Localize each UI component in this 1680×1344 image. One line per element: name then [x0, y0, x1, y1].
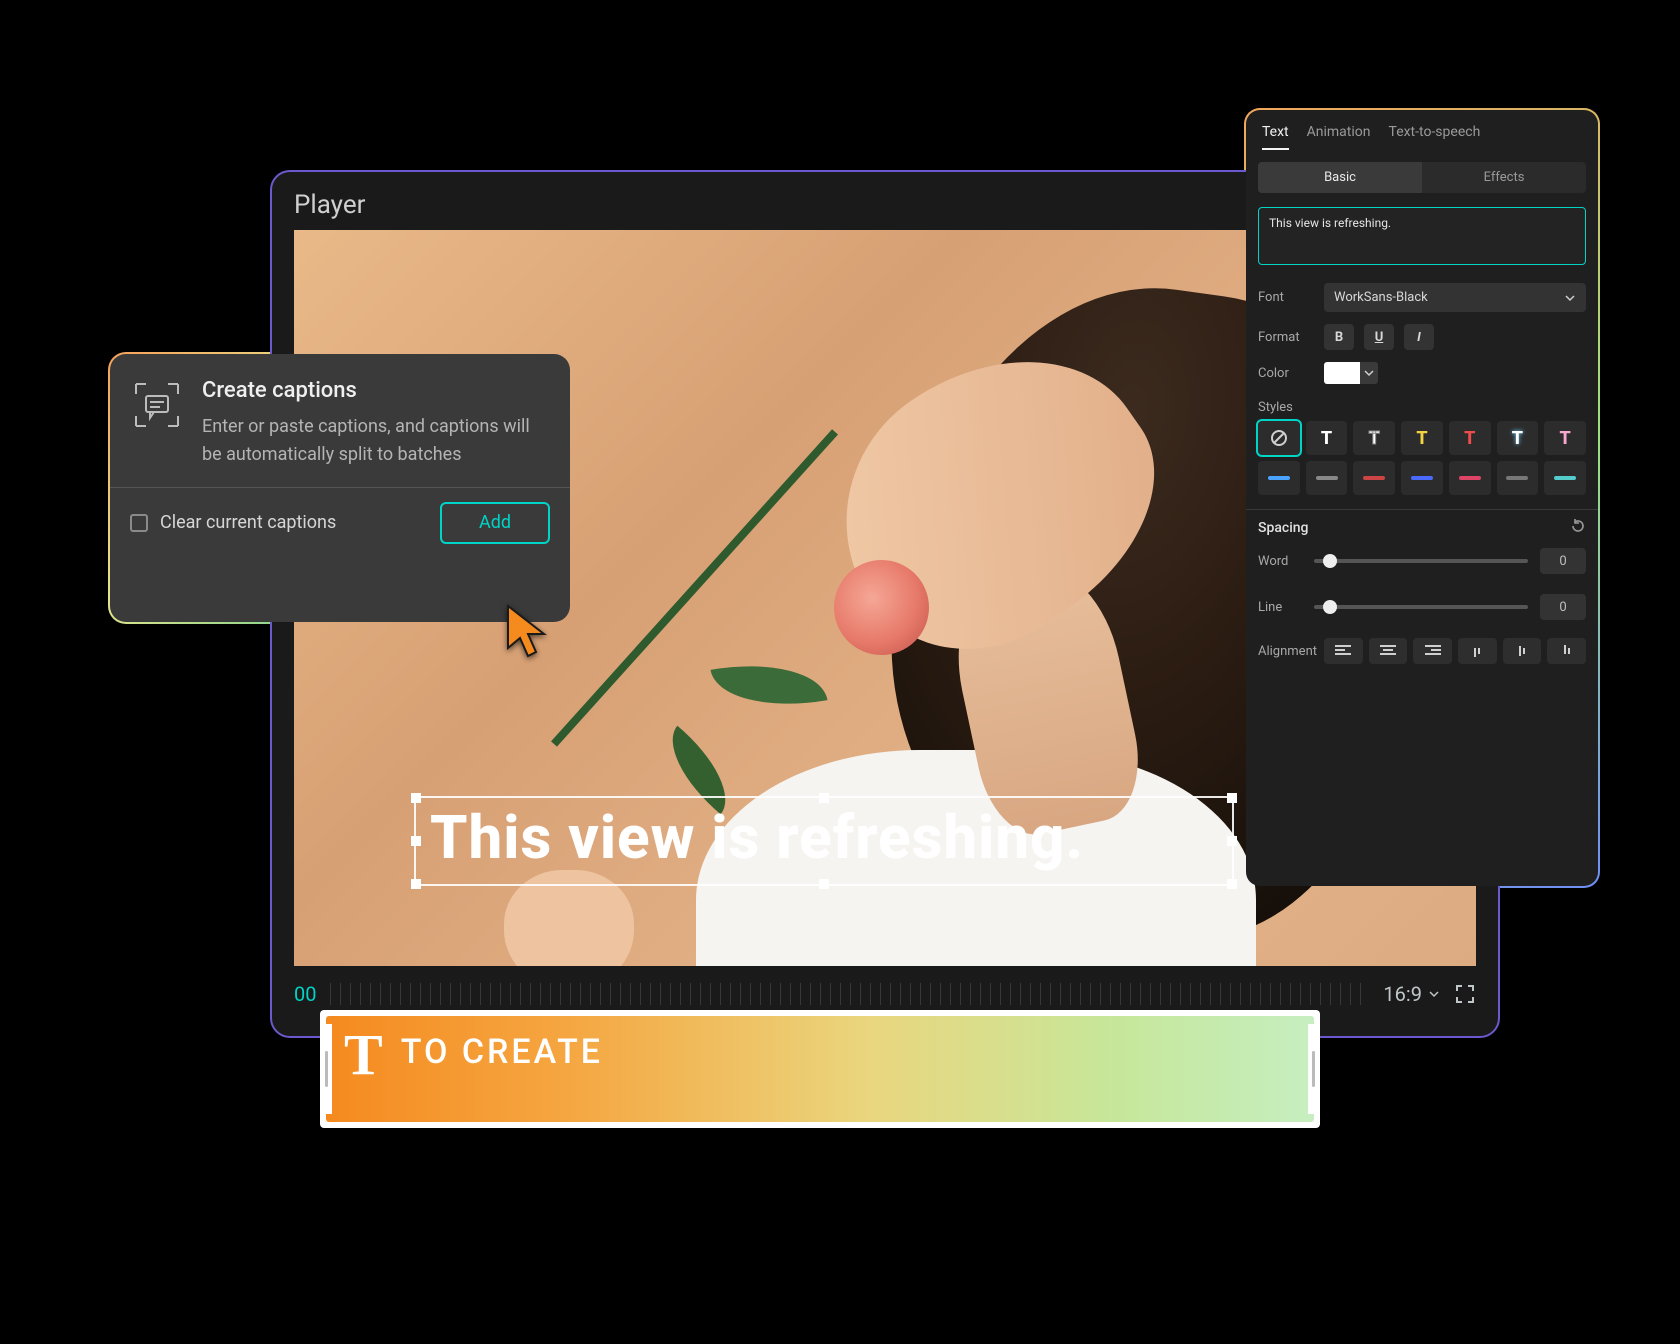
valign-middle-icon — [1515, 644, 1529, 658]
caption-text[interactable]: This view is refreshing. — [416, 798, 1232, 877]
subtab-basic[interactable]: Basic — [1258, 162, 1422, 193]
style-preset[interactable] — [1544, 461, 1586, 495]
timeline-text-clip[interactable]: T TO CREATE — [320, 1010, 1320, 1128]
text-clip-icon: T — [344, 1026, 383, 1084]
style-preset[interactable] — [1306, 461, 1348, 495]
color-label: Color — [1258, 366, 1314, 381]
font-label: Font — [1258, 290, 1314, 305]
style-preset[interactable] — [1353, 461, 1395, 495]
align-center-button[interactable] — [1369, 638, 1408, 664]
word-spacing-slider[interactable] — [1314, 559, 1528, 563]
style-preset[interactable]: T — [1449, 421, 1491, 455]
alignment-label: Alignment — [1258, 644, 1318, 659]
styles-label: Styles — [1258, 400, 1586, 415]
cursor-icon — [504, 604, 556, 660]
style-preset[interactable] — [1449, 461, 1491, 495]
style-preset[interactable]: T — [1353, 421, 1395, 455]
panel-tabs: Text Animation Text-to-speech — [1246, 110, 1598, 158]
style-preset[interactable] — [1497, 461, 1539, 495]
aspect-ratio-selector[interactable]: 16:9 — [1383, 982, 1440, 1006]
word-spacing-label: Word — [1258, 554, 1302, 569]
text-style-grid: T T T T T T — [1258, 421, 1586, 495]
reset-icon — [1570, 518, 1586, 534]
captions-icon — [130, 378, 184, 432]
clear-captions-label: Clear current captions — [160, 512, 336, 533]
color-picker[interactable] — [1324, 362, 1378, 384]
font-value: WorkSans-Black — [1334, 290, 1428, 305]
clear-captions-checkbox[interactable]: Clear current captions — [130, 512, 336, 533]
reset-spacing-button[interactable] — [1570, 518, 1586, 538]
tab-animation[interactable]: Animation — [1307, 124, 1371, 150]
fullscreen-button[interactable] — [1454, 983, 1476, 1005]
chevron-down-icon — [1428, 988, 1440, 1000]
line-spacing-value[interactable]: 0 — [1540, 594, 1586, 620]
text-inspector-panel: Text Animation Text-to-speech Basic Effe… — [1244, 108, 1600, 888]
align-right-button[interactable] — [1413, 638, 1452, 664]
valign-top-icon — [1470, 644, 1484, 658]
timeline-ruler[interactable] — [330, 983, 1369, 1005]
align-center-icon — [1380, 645, 1396, 657]
line-spacing-slider[interactable] — [1314, 605, 1528, 609]
align-left-button[interactable] — [1324, 638, 1363, 664]
fullscreen-icon — [1454, 983, 1476, 1005]
create-captions-popup: Create captions Enter or paste captions,… — [108, 352, 572, 624]
valign-bottom-button[interactable] — [1547, 638, 1586, 664]
italic-button[interactable]: I — [1404, 324, 1434, 350]
clip-body[interactable]: T TO CREATE — [326, 1016, 1314, 1122]
style-preset[interactable]: T — [1401, 421, 1443, 455]
style-preset[interactable]: T — [1544, 421, 1586, 455]
line-spacing-label: Line — [1258, 600, 1302, 615]
style-preset[interactable]: T — [1497, 421, 1539, 455]
tab-text-to-speech[interactable]: Text-to-speech — [1389, 124, 1481, 150]
caption-text-input[interactable]: This view is refreshing. — [1258, 207, 1586, 265]
format-label: Format — [1258, 330, 1314, 345]
align-right-icon — [1425, 645, 1441, 657]
add-button[interactable]: Add — [440, 502, 550, 544]
subtab-effects[interactable]: Effects — [1422, 162, 1586, 193]
clip-trim-left[interactable] — [322, 1024, 332, 1114]
style-preset[interactable]: T — [1306, 421, 1348, 455]
timecode: 00 — [294, 982, 316, 1006]
checkbox-icon — [130, 514, 148, 532]
none-icon — [1270, 429, 1288, 447]
spacing-label: Spacing — [1258, 520, 1309, 536]
underline-button[interactable]: U — [1364, 324, 1394, 350]
popup-title: Create captions — [202, 378, 546, 403]
valign-top-button[interactable] — [1458, 638, 1497, 664]
valign-middle-button[interactable] — [1503, 638, 1542, 664]
word-spacing-value[interactable]: 0 — [1540, 548, 1586, 574]
chevron-down-icon — [1360, 362, 1378, 384]
style-preset[interactable] — [1401, 461, 1443, 495]
align-left-icon — [1335, 645, 1351, 657]
font-select[interactable]: WorkSans-Black — [1324, 283, 1586, 312]
bold-button[interactable]: B — [1324, 324, 1354, 350]
style-preset[interactable] — [1258, 461, 1300, 495]
tab-text[interactable]: Text — [1262, 124, 1289, 150]
valign-bottom-icon — [1560, 644, 1574, 658]
style-none[interactable] — [1258, 421, 1300, 455]
color-swatch — [1324, 362, 1360, 384]
popup-description: Enter or paste captions, and captions wi… — [202, 413, 546, 469]
clip-label: TO CREATE — [401, 1032, 603, 1072]
clip-trim-right[interactable] — [1308, 1024, 1318, 1114]
chevron-down-icon — [1564, 292, 1576, 304]
panel-subtabs: Basic Effects — [1258, 162, 1586, 193]
aspect-ratio-value: 16:9 — [1383, 982, 1422, 1006]
caption-text-box[interactable]: This view is refreshing. — [414, 796, 1234, 886]
